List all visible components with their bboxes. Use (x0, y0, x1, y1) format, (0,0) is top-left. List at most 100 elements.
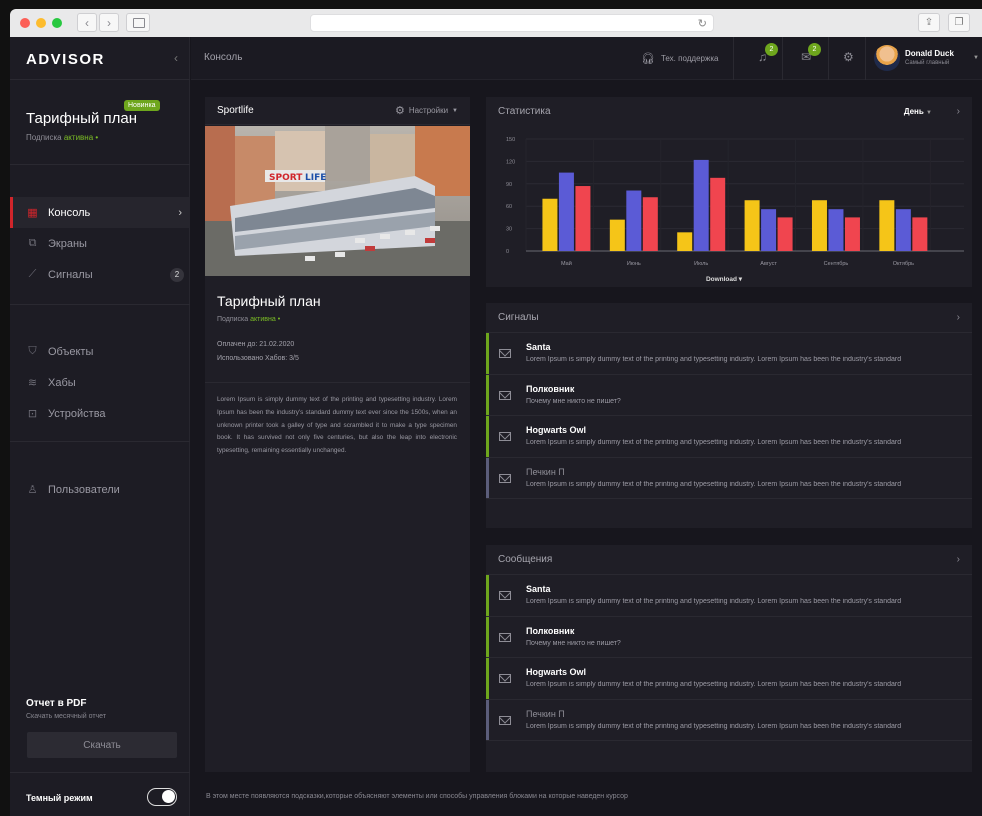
chevron-right-icon[interactable]: › (957, 554, 960, 565)
list-item[interactable]: Печкин П Lorem Ipsum is simply dummy text… (486, 457, 972, 499)
chevron-right-icon[interactable]: › (957, 106, 960, 117)
chevron-down-icon: ▼ (452, 107, 458, 114)
pdf-title: Отчет в PDF (26, 698, 87, 709)
bar (761, 209, 777, 251)
messages-title: Сообщения (498, 554, 553, 565)
period-label: День (903, 106, 924, 116)
browser-sidebar-button[interactable] (126, 13, 150, 32)
minimize-window-button[interactable] (36, 18, 46, 28)
collapse-sidebar-icon[interactable]: ‹ (174, 51, 178, 65)
paid-until: Оплачен до: 21.02.2020 (217, 341, 295, 348)
top-bar: Консоль 🎧︎ Тех. поддержка ♫ 2 ✉ 2 ⚙ Dona… (191, 37, 982, 80)
status-bar (486, 699, 489, 740)
reload-icon[interactable]: ↻ (698, 17, 707, 30)
message-preview: Lorem Ipsum is simply dummy text of the … (526, 722, 902, 730)
dark-mode-label: Темный режим (26, 793, 93, 803)
main-menu: ▦ Консоль › ⧉ Экраны ⟋ Сигналы 2 (10, 197, 190, 290)
envelope-icon (499, 390, 511, 400)
dark-mode-toggle[interactable] (147, 788, 177, 806)
settings-label: Настройки (408, 106, 449, 115)
envelope-icon (499, 715, 511, 725)
chevron-down-icon[interactable]: ▼ (973, 55, 979, 61)
inbox-icon: ⊡ (27, 408, 38, 420)
message-preview: Lorem Ipsum is simply dummy text of the … (526, 598, 902, 605)
sidebar-item-screens[interactable]: ⧉ Экраны (10, 228, 190, 259)
new-badge: Новинка (124, 100, 160, 111)
user-icon: ♙ (27, 484, 38, 496)
share-button[interactable]: ⇪ (918, 13, 940, 32)
support-link[interactable]: 🎧︎ Тех. поддержка (641, 52, 718, 65)
svg-text:SPORT: SPORT (269, 173, 303, 183)
bar (811, 200, 827, 251)
sidebar-item-objects[interactable]: ⛉ Объекты (10, 336, 190, 367)
sender-name: Печкин П (526, 708, 565, 719)
window-controls (20, 18, 62, 28)
y-tick-label: 0 (506, 249, 509, 255)
plan-summary: Тарифный план Новинка Подписка активна • (26, 100, 160, 142)
envelope-icon (499, 349, 511, 358)
gear-icon[interactable]: ⚙ (843, 50, 854, 64)
bar (677, 232, 693, 251)
sidebar-item-label: Объекты (48, 345, 94, 358)
breadcrumb[interactable]: Консоль (204, 52, 242, 63)
tabs-button[interactable]: ❐ (948, 13, 970, 32)
sender-name: Santa (526, 342, 551, 352)
chevron-down-icon: ▼ (926, 109, 932, 116)
list-item[interactable]: Santa Lorem Ipsum is simply dummy text of… (486, 575, 972, 617)
chevron-right-icon[interactable]: › (957, 312, 960, 323)
sidebar-item-console[interactable]: ▦ Консоль › (10, 197, 190, 228)
forward-button[interactable]: › (99, 13, 119, 32)
bar (710, 177, 726, 251)
list-item[interactable]: Полковник Почему мне никто не пишет? (486, 616, 972, 658)
status-bar (486, 658, 489, 699)
download-report-button[interactable]: Скачать (27, 732, 177, 758)
list-item[interactable]: Полковник Почему мне никто не пишет? (486, 374, 972, 416)
message-preview: Lorem Ipsum is simply dummy text of the … (526, 439, 902, 446)
sidebar: ADVISOR ‹ Тарифный план Новинка Подписка… (10, 37, 190, 816)
sidebar-item-devices[interactable]: ⊡ Устройства (10, 398, 190, 429)
close-window-button[interactable] (20, 18, 30, 28)
plan-sub-status: активна (63, 133, 94, 142)
list-item[interactable]: Hogwarts Owl Lorem Ipsum is simply dummy … (486, 658, 972, 700)
period-dropdown[interactable]: День ▼ (904, 107, 932, 116)
x-tick-label: Июль (694, 261, 708, 267)
statistics-chart: 0 30 60 90 120 150 Май Июнь Июль Август Сентябрь Ок… (486, 126, 972, 286)
envelope-icon (499, 432, 511, 441)
list-item[interactable]: Печкин П Lorem Ipsum is simply dummy text… (486, 699, 972, 741)
sender-name: Полковник (526, 625, 575, 636)
user-name[interactable]: Donald Duck (905, 49, 954, 58)
app-logo[interactable]: ADVISOR (26, 51, 105, 68)
sender-name: Печкин П (526, 466, 565, 477)
chevron-right-icon: › (178, 206, 182, 219)
x-tick-label: Май (561, 260, 572, 267)
y-tick-label: 60 (506, 204, 512, 210)
sidebar-item-signals[interactable]: ⟋ Сигналы 2 (10, 259, 190, 290)
bar (626, 190, 642, 251)
list-item[interactable]: Hogwarts Owl Lorem Ipsum is simply dummy … (486, 416, 972, 458)
signals-panel: Сигналы › Santa Lorem Ipsum is simply dum… (486, 303, 972, 528)
bar (777, 217, 793, 251)
wifi-icon: ≋ (27, 377, 38, 389)
sidebar-item-label: Экраны (48, 237, 87, 250)
avatar[interactable] (874, 45, 900, 71)
chevron-left-icon: ‹ (85, 15, 89, 30)
message-preview: Почему мне никто не пишет? (526, 639, 621, 647)
list-item[interactable]: Santa Lorem Ipsum is simply dummy text of… (486, 333, 972, 375)
bar (542, 198, 558, 251)
status-bar (486, 575, 489, 616)
sidebar-item-label: Хабы (48, 376, 76, 389)
address-bar[interactable]: ↻ (310, 14, 714, 32)
bar (558, 172, 574, 251)
maximize-window-button[interactable] (52, 18, 62, 28)
settings-dropdown[interactable]: ⚙ Настройки ▼ (395, 104, 458, 117)
bar (828, 209, 844, 251)
back-button[interactable]: ‹ (77, 13, 97, 32)
sidebar-item-users[interactable]: ♙ Пользователи (10, 474, 190, 505)
dashboard-icon: ▦ (27, 207, 38, 219)
signals-count-badge: 2 (170, 267, 184, 282)
signals-title: Сигналы (498, 312, 539, 323)
plan-meta: Оплачен до: 21.02.2020 Использовано Хабо… (217, 338, 299, 366)
bar (744, 200, 760, 251)
sidebar-item-hubs[interactable]: ≋ Хабы (10, 367, 190, 398)
bar (693, 159, 709, 251)
